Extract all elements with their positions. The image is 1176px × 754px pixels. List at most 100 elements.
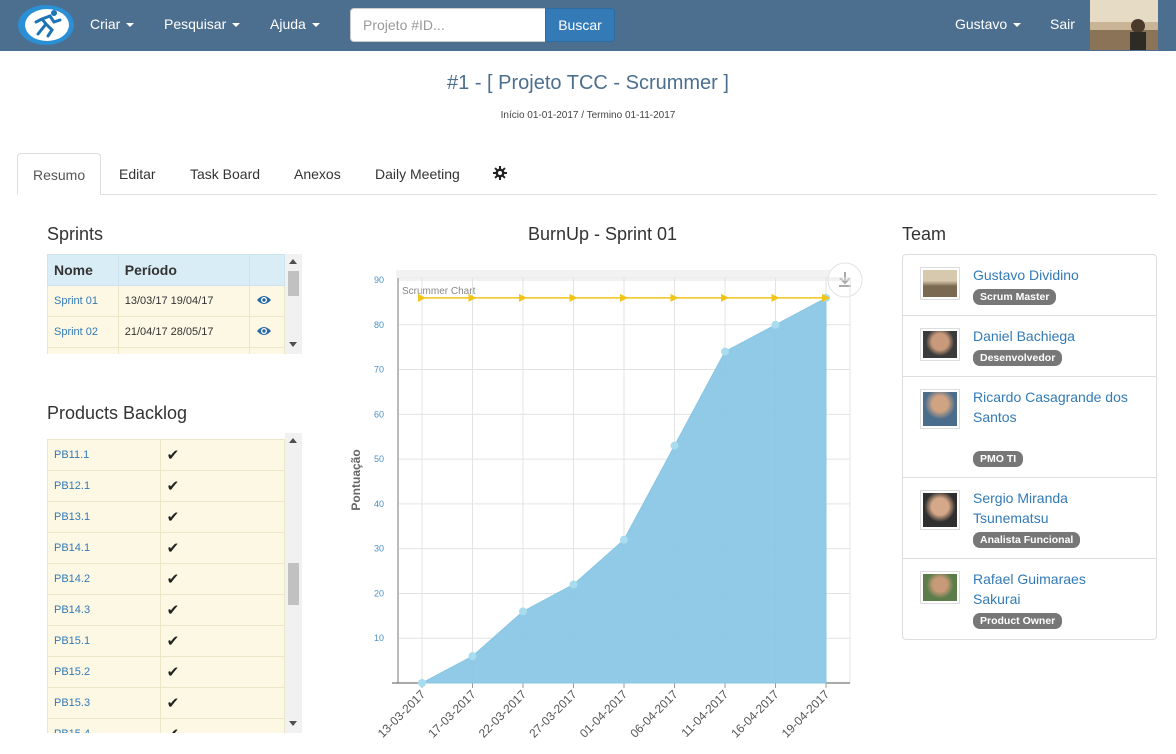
avatar: [920, 389, 960, 429]
member-name[interactable]: Daniel Bachiega: [973, 326, 1133, 346]
team-member: Ricardo Casagrande dos Santos PMO TI: [903, 377, 1156, 478]
menu-pesquisar[interactable]: Pesquisar: [164, 16, 241, 32]
sprints-table: Nome Período Sprint 01 13/03/17 19/04/17…: [47, 254, 285, 354]
x-tick-label: 01-04-2017: [577, 687, 631, 741]
scroll-thumb[interactable]: [288, 563, 299, 605]
team-member: Sergio Miranda Tsunematsu Analista Funci…: [903, 478, 1156, 559]
chart-subtitle: Scrummer Chart: [402, 286, 476, 297]
data-point[interactable]: [569, 580, 578, 589]
table-row: Sprint 01 13/03/17 19/04/17: [47, 285, 285, 317]
data-point[interactable]: [418, 679, 426, 687]
scroll-up-icon[interactable]: [289, 438, 297, 443]
chevron-down-icon: [311, 23, 320, 28]
role-badge: Desenvolvedor: [973, 350, 1063, 366]
sprint-period: 13/03/17 19/04/17: [117, 285, 251, 317]
check-icon: ✔: [166, 509, 180, 526]
x-tick-label: 22-03-2017: [476, 687, 530, 741]
eye-icon[interactable]: [256, 325, 272, 337]
x-tick-label: 16-04-2017: [728, 687, 782, 741]
x-tick-label: 27-03-2017: [526, 687, 580, 741]
scroll-thumb[interactable]: [288, 271, 299, 296]
scrollbar[interactable]: [285, 254, 302, 354]
page-title: #1 - [ Projeto TCC - Scrummer ]: [447, 72, 729, 94]
avatar[interactable]: [1090, 0, 1158, 50]
member-name[interactable]: Rafael Guimaraes Sakurai: [973, 569, 1133, 609]
tab-resumo[interactable]: Resumo: [17, 153, 102, 195]
backlog-item-link[interactable]: PB14.2: [47, 563, 161, 595]
avatar: [920, 328, 960, 361]
y-tick-label: 40: [374, 499, 384, 509]
tab-daily-meeting[interactable]: Daily Meeting: [375, 153, 460, 195]
data-point[interactable]: [721, 347, 729, 356]
member-name[interactable]: Sergio Miranda Tsunematsu: [973, 488, 1133, 528]
check-icon: ✔: [166, 633, 180, 650]
menu-ajuda[interactable]: Ajuda: [270, 16, 320, 32]
eye-icon[interactable]: [256, 294, 272, 306]
table-row: PB14.2 ✔: [47, 563, 286, 595]
avatar: [920, 490, 960, 530]
y-axis-label: Pontuação: [349, 449, 363, 510]
member-name[interactable]: Gustavo Dividino: [973, 265, 1133, 285]
menu-criar[interactable]: Criar: [90, 16, 135, 32]
role-badge: Product Owner: [973, 613, 1063, 629]
x-tick-label: 17-03-2017: [425, 687, 479, 741]
role-badge: Scrum Master: [973, 289, 1057, 305]
check-icon: ✔: [166, 540, 180, 557]
backlog-item-link[interactable]: PB15.2: [47, 656, 161, 688]
tab-bar: Resumo Editar Task Board Anexos Daily Me…: [17, 153, 1157, 195]
search-input[interactable]: [350, 8, 546, 42]
scrollbar[interactable]: [285, 433, 302, 733]
data-point[interactable]: [670, 441, 679, 450]
backlog-title: Products Backlog: [47, 403, 188, 423]
user-menu[interactable]: Gustavo: [955, 16, 1022, 32]
check-icon: ✔: [166, 695, 180, 712]
sprints-title: Sprints: [47, 224, 104, 244]
y-tick-label: 10: [374, 633, 384, 643]
data-point[interactable]: [519, 607, 527, 616]
team-member: Daniel Bachiega Desenvolvedor: [903, 316, 1156, 377]
column-header-periodo: Período: [117, 254, 251, 286]
y-tick-label: 70: [374, 365, 384, 375]
tab-task-board[interactable]: Task Board: [190, 153, 260, 195]
scroll-down-icon[interactable]: [289, 342, 297, 347]
data-point[interactable]: [620, 535, 628, 544]
scroll-up-icon[interactable]: [289, 259, 297, 264]
team-panel: Gustavo Dividino Scrum Master Daniel Bac…: [902, 254, 1157, 640]
sprint-period: 21/04/17 28/05/17: [117, 316, 251, 348]
table-row: PB14.1 ✔: [47, 532, 286, 564]
check-icon: ✔: [166, 664, 180, 681]
backlog-item-link[interactable]: PB14.3: [47, 594, 161, 626]
scroll-down-icon[interactable]: [289, 721, 297, 726]
member-name[interactable]: Ricardo Casagrande dos Santos: [973, 387, 1133, 427]
logout-link[interactable]: Sair: [1050, 16, 1075, 32]
y-tick-label: 80: [374, 320, 384, 330]
table-row: Sprint 02 21/04/17 28/05/17: [47, 316, 285, 348]
tab-editar[interactable]: Editar: [119, 153, 156, 195]
check-icon: ✔: [167, 726, 180, 733]
search-button[interactable]: Buscar: [545, 8, 615, 42]
gear-icon[interactable]: [493, 166, 507, 180]
y-tick-label: 90: [374, 275, 384, 285]
tab-anexos[interactable]: Anexos: [294, 153, 341, 195]
backlog-item-link[interactable]: PB11.1: [47, 439, 161, 471]
backlog-item-link[interactable]: PB15.3: [47, 687, 161, 719]
backlog-item-link[interactable]: PB12.1: [47, 470, 161, 502]
sprint-link[interactable]: Sprint 01: [47, 285, 119, 317]
backlog-table: PB11.1 ✔ PB12.1 ✔ PB13.1 ✔ PB14.1 ✔ PB14.2 ✔ PB14.…: [47, 439, 286, 733]
team-title: Team: [902, 224, 947, 244]
avatar: [920, 267, 960, 300]
backlog-item-link[interactable]: PB14.1: [47, 532, 161, 564]
data-point[interactable]: [468, 652, 477, 661]
backlog-item-link[interactable]: PB15.1: [47, 625, 161, 657]
avatar: [920, 571, 960, 604]
scrummer-logo-icon[interactable]: [16, 4, 76, 47]
role-badge: Analista Funcional: [973, 532, 1081, 548]
table-row: PB15.1 ✔: [47, 625, 286, 657]
data-point[interactable]: [771, 320, 780, 329]
backlog-item-link[interactable]: PB15.4: [47, 718, 161, 733]
check-icon: ✔: [166, 478, 180, 495]
check-icon: ✔: [166, 571, 180, 588]
table-row: PB14.3 ✔: [47, 594, 286, 626]
backlog-item-link[interactable]: PB13.1: [47, 501, 161, 533]
sprint-link[interactable]: Sprint 02: [47, 316, 119, 348]
